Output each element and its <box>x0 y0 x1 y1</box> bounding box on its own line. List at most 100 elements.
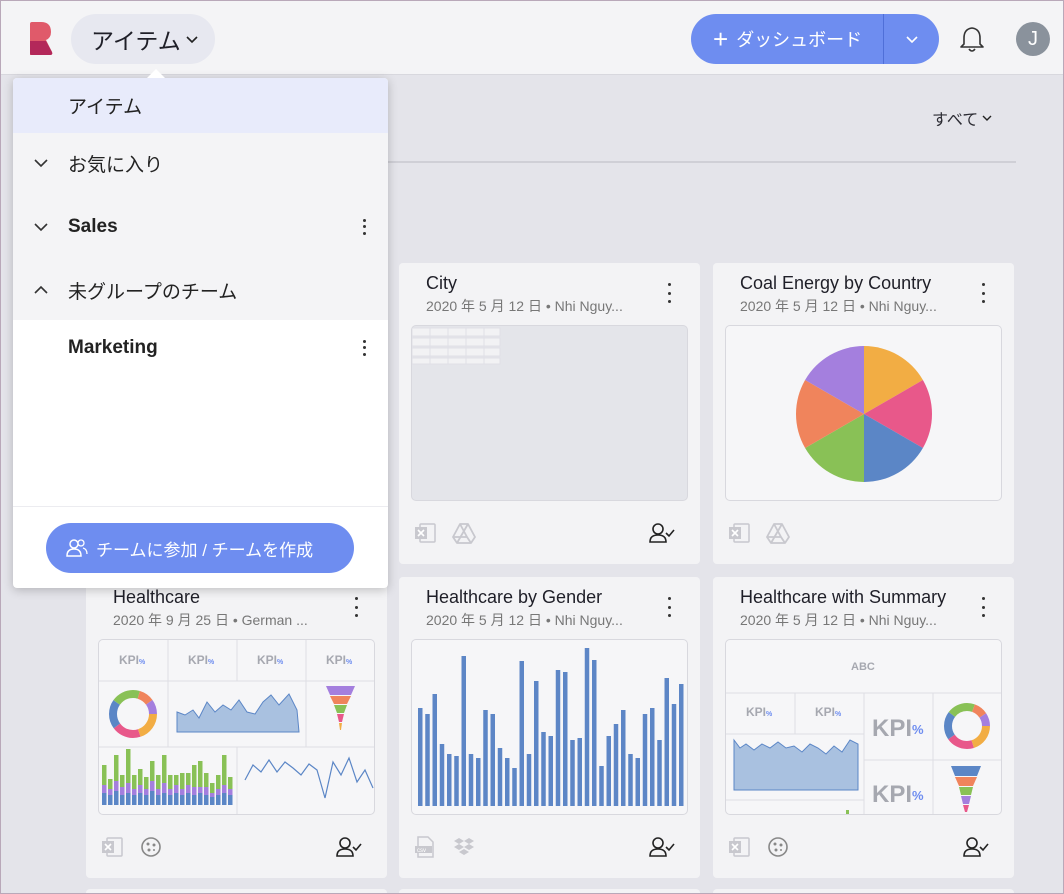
dropdown-item-marketing[interactable]: Marketing <box>13 320 388 375</box>
shared-user-icon[interactable] <box>336 835 362 859</box>
stacked-bar-segment <box>180 795 185 805</box>
bar <box>548 736 553 806</box>
chevron-down-icon <box>34 222 48 231</box>
chevron-up-icon <box>34 285 48 294</box>
stacked-bar-segment <box>102 765 107 785</box>
stacked-bar-segment <box>174 775 179 785</box>
stacked-bar-segment <box>204 787 209 795</box>
dropbox-icon <box>454 838 474 855</box>
filter-label: すべて <box>932 112 979 129</box>
bar <box>599 766 604 806</box>
svg-text:KPI%: KPI% <box>872 781 924 808</box>
stacked-bar-segment <box>108 779 113 789</box>
stacked-bar-segment <box>228 789 233 795</box>
chevron-down-icon <box>186 36 198 44</box>
stacked-bar-segment <box>150 781 155 791</box>
stacked-bar-segment <box>192 765 197 787</box>
svg-text:KPI%: KPI% <box>326 653 353 667</box>
avatar[interactable]: J <box>1016 22 1050 56</box>
dashboard-card[interactable] <box>86 889 387 894</box>
dashboard-card[interactable] <box>713 889 1014 894</box>
dropdown-item-sales[interactable]: Sales <box>13 193 388 260</box>
stacked-bar-segment <box>222 755 227 785</box>
card-title: Coal Energy by Country <box>740 273 932 293</box>
stacked-bar-segment <box>150 761 155 781</box>
stacked-bar-segment <box>114 781 119 791</box>
new-dashboard-menu-button[interactable] <box>884 14 939 64</box>
more-options-icon[interactable] <box>347 595 365 619</box>
stacked-bar-segment <box>180 773 185 789</box>
bar <box>526 754 532 806</box>
excel-icon <box>729 837 750 857</box>
card-title: Healthcare by Gender <box>426 587 603 607</box>
stacked-bar-segment <box>150 791 155 805</box>
svg-text:KPI%: KPI% <box>815 705 842 719</box>
stacked-bar-segment <box>114 755 119 781</box>
stacked-bar-segment <box>198 761 203 787</box>
filter-dropdown[interactable]: すべて <box>932 106 993 130</box>
stacked-bar-segment <box>210 783 215 793</box>
bell-icon[interactable] <box>958 25 986 53</box>
card-meta: 2020 年 9 月 25 日 • German ... <box>113 612 308 628</box>
shared-user-icon[interactable] <box>649 835 675 859</box>
bar <box>519 661 524 806</box>
card-title: City <box>426 273 457 293</box>
bar <box>512 768 517 806</box>
dropdown-item-items[interactable]: アイテム <box>13 78 388 133</box>
more-options-icon[interactable] <box>974 595 992 619</box>
bar <box>555 670 561 806</box>
more-options-icon[interactable] <box>358 217 370 237</box>
dashboard-card[interactable] <box>399 889 700 894</box>
stacked-bar-segment <box>216 789 221 795</box>
stacked-bar-segment <box>162 755 167 783</box>
bar <box>628 754 633 806</box>
stacked-bar-segment <box>144 795 149 805</box>
more-options-icon[interactable] <box>660 281 678 305</box>
bar <box>476 758 481 806</box>
dashboard-card[interactable]: Healthcare with Summary 2020 年 5 月 12 日 … <box>713 577 1014 878</box>
stacked-bar-segment <box>102 785 107 793</box>
new-dashboard-button[interactable]: + ダッシュボード <box>691 14 883 64</box>
stacked-bar-segment <box>168 775 173 789</box>
dashboard-card[interactable]: City 2020 年 5 月 12 日 • Nhi Nguy... <box>399 263 700 564</box>
dropdown-item-ungrouped-teams[interactable]: 未グループのチーム <box>13 260 388 320</box>
stacked-bar-segment <box>120 787 125 795</box>
bar <box>505 758 510 806</box>
workspace-selector[interactable]: アイテム <box>71 14 215 64</box>
svg-text:KPI%: KPI% <box>119 653 146 667</box>
sample-data-icon <box>768 837 788 857</box>
stacked-bar-segment <box>186 785 191 793</box>
stacked-bar-segment <box>204 773 209 787</box>
stacked-bar-segment <box>114 791 119 805</box>
bar <box>497 748 503 806</box>
bar <box>490 714 495 806</box>
top-bar: アイテム + ダッシュボード J <box>1 1 1063 75</box>
card-thumbnail <box>411 325 688 501</box>
bar <box>657 740 662 806</box>
card-thumbnail <box>725 325 1002 501</box>
shared-user-icon[interactable] <box>649 521 675 545</box>
bar <box>650 708 655 806</box>
stacked-bar-segment <box>222 793 227 805</box>
dashboard-card[interactable]: Coal Energy by Country 2020 年 5 月 12 日 •… <box>713 263 1014 564</box>
reveal-logo-icon[interactable] <box>27 21 55 57</box>
dashboard-card[interactable]: Healthcare by Gender 2020 年 5 月 12 日 • N… <box>399 577 700 878</box>
shared-user-icon[interactable] <box>963 835 989 859</box>
join-create-team-button[interactable]: チームに参加 / チームを作成 <box>46 523 354 573</box>
stacked-bar-segment <box>126 793 131 805</box>
more-options-icon[interactable] <box>974 281 992 305</box>
svg-text:KPI%: KPI% <box>257 653 284 667</box>
stacked-bar-segment <box>186 773 191 785</box>
more-options-icon[interactable] <box>358 338 370 358</box>
section-divider <box>380 161 1016 163</box>
bar <box>439 744 445 806</box>
dropdown-item-label: Sales <box>68 215 118 237</box>
stacked-bar-segment <box>210 793 215 797</box>
more-options-icon[interactable] <box>660 595 678 619</box>
dashboard-card[interactable]: Healthcare 2020 年 9 月 25 日 • German ... … <box>86 577 387 878</box>
svg-text:ABC: ABC <box>851 661 875 673</box>
grid-thumbnail <box>412 327 501 365</box>
bar <box>461 656 466 806</box>
stacked-bar-segment <box>144 777 149 789</box>
dropdown-item-favorites[interactable]: お気に入り <box>13 133 388 193</box>
